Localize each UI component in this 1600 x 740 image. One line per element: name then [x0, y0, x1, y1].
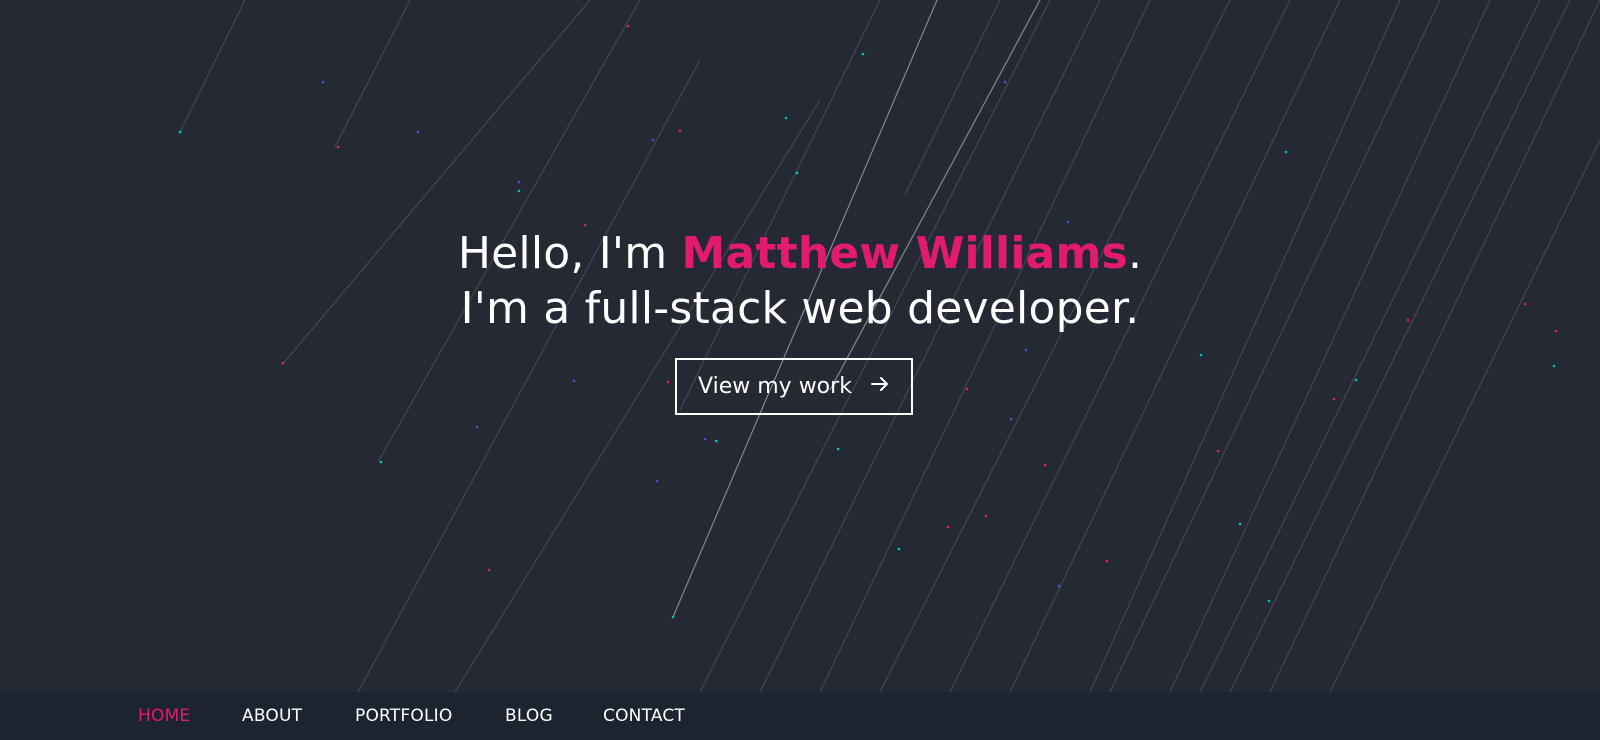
streak-line — [949, 0, 1291, 692]
star-dot — [1354, 378, 1358, 382]
star-dot — [946, 525, 950, 529]
nav-item-contact[interactable]: CONTACT — [603, 706, 685, 726]
star-dot — [678, 129, 682, 133]
star-dot — [1043, 463, 1047, 467]
star-dot — [1105, 559, 1109, 563]
star-dot — [178, 130, 182, 134]
star-dot — [487, 568, 491, 572]
star-dot — [1057, 584, 1061, 588]
star-dot — [666, 380, 670, 384]
star-dot — [984, 514, 988, 518]
star-dot — [1199, 353, 1203, 357]
hero-section: Hello, I'm Matthew Williams. I'm a full-… — [0, 0, 1600, 692]
star-dot — [321, 80, 325, 84]
view-my-work-label: View my work — [698, 374, 852, 399]
greeting-period: . — [1127, 228, 1143, 279]
streak-line — [904, 0, 1001, 196]
star-dot — [517, 180, 521, 184]
streak-line — [819, 0, 1151, 692]
star-dot — [1267, 599, 1271, 603]
nav-item-about[interactable]: ABOUT — [242, 706, 302, 726]
star-dot — [1332, 397, 1336, 401]
streak-line — [1329, 139, 1600, 692]
streak-line — [879, 0, 1231, 692]
developer-name: Matthew Williams — [681, 228, 1128, 279]
view-my-work-button[interactable]: View my work — [675, 358, 913, 415]
star-dot — [1009, 417, 1013, 421]
star-dot — [703, 437, 707, 441]
nav-item-blog[interactable]: BLOG — [505, 706, 553, 726]
greeting-line: Hello, I'm Matthew Williams. — [0, 226, 1600, 281]
streak-line — [1229, 0, 1571, 692]
streak-line — [357, 59, 701, 692]
star-dot — [379, 460, 383, 464]
star-dot — [1024, 348, 1028, 352]
streak-line — [1169, 0, 1491, 692]
greeting-text: Hello, I'm — [457, 228, 682, 279]
nav-item-home[interactable]: HOME — [138, 706, 190, 726]
main-navigation: HOME ABOUT PORTFOLIO BLOG CONTACT — [0, 692, 1600, 740]
streak-line — [1269, 0, 1600, 692]
streak-line — [759, 0, 1101, 692]
streak-line — [699, 0, 1051, 692]
star-dot — [1216, 449, 1220, 453]
star-dot — [651, 138, 655, 142]
star-dot — [572, 379, 576, 383]
background-streak-animation — [178, 0, 1600, 692]
streak-line — [1089, 0, 1401, 692]
star-dot — [1238, 522, 1242, 526]
streak-line — [1199, 0, 1541, 692]
streak-line — [1009, 0, 1341, 692]
star-dot — [336, 145, 340, 149]
star-dot — [965, 387, 969, 391]
star-dot — [795, 171, 799, 175]
star-dot — [714, 439, 718, 443]
streak-line — [1109, 0, 1441, 692]
star-dot — [897, 547, 901, 551]
streak-line — [679, 0, 881, 411]
star-dot — [784, 116, 788, 120]
star-dot — [1003, 80, 1007, 84]
star-dot — [1066, 220, 1070, 224]
nav-item-portfolio[interactable]: PORTFOLIO — [355, 706, 452, 726]
star-dot — [655, 479, 659, 483]
hero-headline: Hello, I'm Matthew Williams. I'm a full-… — [0, 226, 1600, 336]
star-dot — [671, 615, 675, 619]
streak-line — [179, 0, 246, 133]
star-dot — [1284, 150, 1288, 154]
star-dot — [416, 130, 420, 134]
streak-line — [334, 0, 411, 148]
star-dot — [836, 447, 840, 451]
arrow-right-icon — [870, 374, 890, 399]
star-dot — [626, 24, 630, 28]
star-dot — [281, 361, 285, 365]
star-dot — [517, 189, 521, 193]
star-dot — [475, 425, 479, 429]
star-dot — [861, 52, 865, 56]
star-dot — [1552, 364, 1556, 368]
tagline: I'm a full-stack web developer. — [460, 283, 1140, 334]
